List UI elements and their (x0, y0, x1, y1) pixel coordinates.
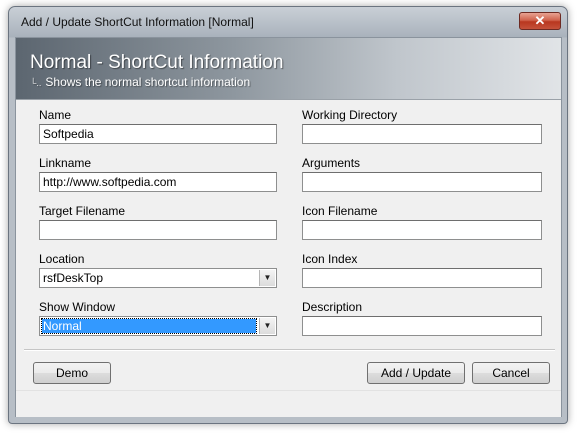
dialog-window: Add / Update ShortCut Information [Norma… (8, 6, 568, 424)
icon-filename-label: Icon Filename (302, 204, 378, 218)
divider (24, 349, 555, 351)
header-title: Normal - ShortCut Information (30, 52, 284, 73)
working-directory-label: Working Directory (302, 108, 398, 122)
arguments-label: Arguments (302, 156, 361, 170)
header-banner: Normal - ShortCut Information └.. Shows t… (16, 38, 561, 100)
description-label: Description (302, 300, 363, 314)
location-select[interactable]: rsfDeskTop ▼ (39, 268, 277, 288)
close-button[interactable]: ✕ (519, 12, 561, 30)
tree-branch-icon: └.. (30, 78, 42, 88)
icon-index-label: Icon Index (302, 252, 358, 266)
show-window-select[interactable]: Normal ▼ (39, 316, 277, 336)
show-window-select-value: Normal (41, 318, 257, 334)
name-field[interactable]: Softpedia (39, 124, 277, 144)
demo-button[interactable]: Demo (33, 362, 111, 384)
header-subtitle-row: └.. Shows the normal shortcut information (30, 75, 250, 89)
target-filename-label: Target Filename (39, 204, 126, 218)
arguments-field[interactable] (302, 172, 542, 192)
add-update-button[interactable]: Add / Update (367, 362, 465, 384)
cancel-button[interactable]: Cancel (472, 362, 550, 384)
header-subtitle: Shows the normal shortcut information (45, 75, 251, 89)
linkname-field[interactable]: http://www.softpedia.com (39, 172, 277, 192)
window-title: Add / Update ShortCut Information [Norma… (21, 15, 254, 29)
location-select-value: rsfDeskTop (43, 271, 104, 285)
chevron-down-icon[interactable]: ▼ (259, 318, 275, 334)
linkname-label: Linkname (39, 156, 92, 170)
name-label: Name (39, 108, 72, 122)
chevron-down-icon[interactable]: ▼ (259, 270, 275, 286)
location-label: Location (39, 252, 85, 266)
dialog-client-area: Normal - ShortCut Information └.. Shows t… (15, 37, 562, 417)
working-directory-field[interactable] (302, 124, 542, 144)
show-window-label: Show Window (39, 300, 116, 314)
icon-index-field[interactable] (302, 268, 542, 288)
icon-filename-field[interactable] (302, 220, 542, 240)
target-filename-field[interactable] (39, 220, 277, 240)
title-bar[interactable]: Add / Update ShortCut Information [Norma… (9, 7, 567, 37)
bottom-panel (16, 390, 561, 417)
description-field[interactable] (302, 316, 542, 336)
